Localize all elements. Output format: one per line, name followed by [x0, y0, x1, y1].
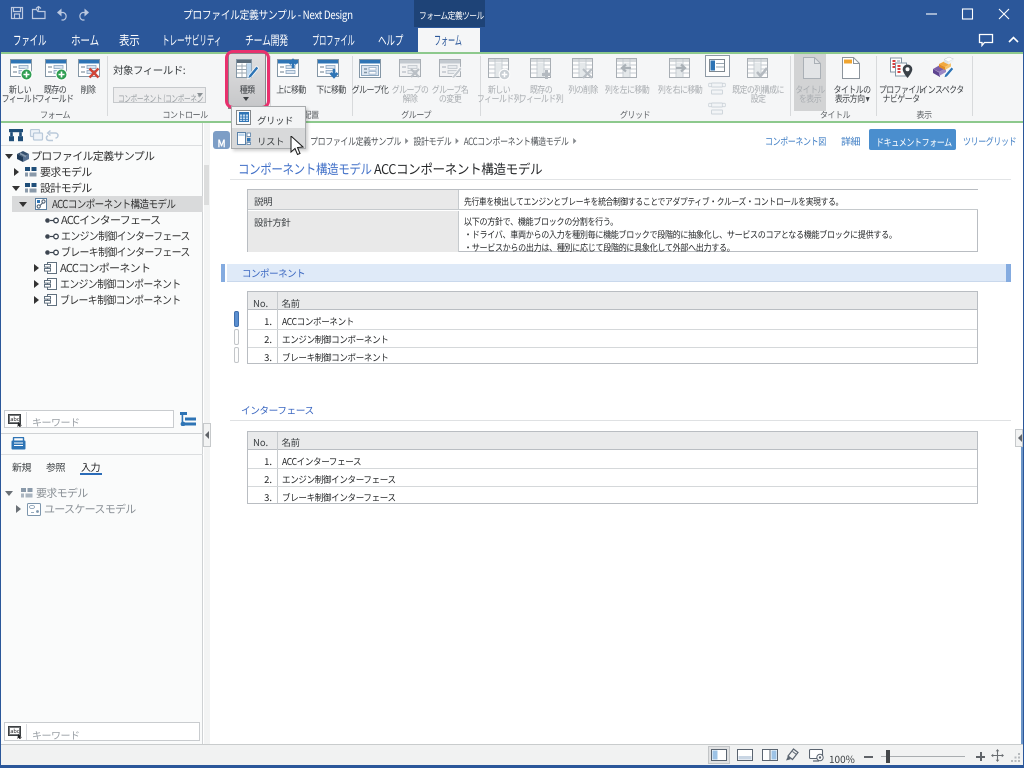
svg-text:abc: abc — [10, 727, 19, 735]
svg-text:abc: abc — [10, 415, 19, 423]
